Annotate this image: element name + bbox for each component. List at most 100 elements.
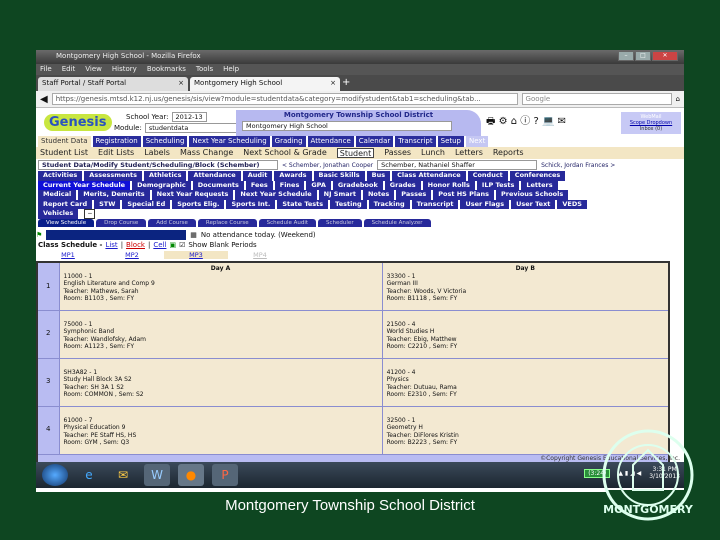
- tab-student-data[interactable]: Student Data: [38, 136, 91, 147]
- subnav-passes[interactable]: Passes: [384, 148, 411, 158]
- subnav-student[interactable]: Student: [336, 148, 375, 158]
- student-tab[interactable]: Transcript: [411, 199, 461, 209]
- tab-attendance[interactable]: Attendance: [307, 136, 354, 147]
- search-input[interactable]: Google: [521, 93, 672, 105]
- student-select[interactable]: Schember, Nathaniel Shaffer: [377, 160, 538, 170]
- browser-tab-staff-portal[interactable]: Staff Portal / Staff Portal ×: [38, 77, 188, 91]
- student-tab[interactable]: Awards: [274, 171, 314, 181]
- tab-next-year-scheduling[interactable]: Next Year Scheduling: [189, 136, 270, 147]
- subnav-letters[interactable]: Letters: [455, 148, 483, 158]
- student-tab[interactable]: Testing: [330, 199, 369, 209]
- tab-next[interactable]: Next: [466, 136, 489, 147]
- mp1-link[interactable]: MP1: [36, 251, 100, 259]
- word-icon[interactable]: W: [144, 464, 170, 486]
- student-tab[interactable]: Sports Int.: [226, 199, 278, 209]
- student-tab[interactable]: Basic Skills: [313, 171, 367, 181]
- student-tab[interactable]: NJ Smart: [318, 190, 363, 200]
- view-list-link[interactable]: List: [105, 241, 117, 249]
- student-tab[interactable]: GPA: [306, 180, 333, 190]
- action-tab[interactable]: Replace Course: [197, 219, 257, 227]
- student-tab[interactable]: Notes: [362, 190, 397, 200]
- student-tab[interactable]: Medical: [38, 190, 79, 200]
- mp4-link[interactable]: MP4: [228, 251, 292, 259]
- menu-help[interactable]: Help: [223, 65, 239, 74]
- collapse-button[interactable]: −: [84, 209, 96, 219]
- student-tab[interactable]: Next Year Schedule: [235, 190, 319, 200]
- close-button[interactable]: ✕: [652, 51, 678, 61]
- close-tab-icon[interactable]: ×: [330, 79, 336, 89]
- menu-tools[interactable]: Tools: [196, 65, 213, 74]
- mp3-link[interactable]: MP3: [164, 251, 228, 259]
- student-tab[interactable]: Grades: [384, 180, 423, 190]
- page-path-select[interactable]: Student Data/Modify Student/Scheduling/B…: [38, 160, 278, 170]
- student-tab[interactable]: Bus: [366, 171, 393, 181]
- tab-setup[interactable]: Setup: [437, 136, 464, 147]
- export-icon[interactable]: ▣: [169, 241, 176, 249]
- start-button[interactable]: [42, 464, 68, 486]
- ie-icon[interactable]: e: [76, 464, 102, 486]
- student-tab[interactable]: Honor Rolls: [422, 180, 477, 190]
- action-tab[interactable]: Scheduler: [318, 219, 362, 227]
- toolbar-icons[interactable]: 🖶 ⚙ ⌂ ⓘ ? 💻 ✉: [486, 112, 566, 131]
- subnav-next-school[interactable]: Next School & Grade: [243, 148, 326, 158]
- student-tab[interactable]: Report Card: [38, 199, 95, 209]
- tab-transcript[interactable]: Transcript: [395, 136, 436, 147]
- school-select[interactable]: Montgomery High School: [242, 121, 452, 131]
- student-tab[interactable]: Passes: [396, 190, 434, 200]
- subnav-reports[interactable]: Reports: [493, 148, 524, 158]
- tab-calendar[interactable]: Calendar: [355, 136, 394, 147]
- subnav-mass-change[interactable]: Mass Change: [180, 148, 233, 158]
- view-block-link[interactable]: Block: [126, 241, 145, 249]
- student-tab[interactable]: Tracking: [368, 199, 412, 209]
- student-tab[interactable]: Previous Schools: [495, 190, 571, 200]
- subnav-edit-lists[interactable]: Edit Lists: [98, 148, 134, 158]
- home-icon[interactable]: ⌂: [676, 95, 680, 103]
- new-tab-button[interactable]: +: [342, 77, 350, 91]
- action-tab[interactable]: Schedule Audit: [258, 219, 317, 227]
- student-tab[interactable]: Conferences: [509, 171, 568, 181]
- action-tab[interactable]: Schedule Analyzer: [363, 219, 431, 227]
- schedule-cell[interactable]: 61000 - 7 Physical Education 9 Teacher: PE…: [58, 405, 383, 455]
- student-tab[interactable]: Post HS Plans: [433, 190, 496, 200]
- menu-view[interactable]: View: [85, 65, 102, 74]
- flag-icon[interactable]: ⚑: [36, 231, 42, 239]
- student-tab[interactable]: Athletics: [144, 171, 189, 181]
- student-tab[interactable]: State Tests: [277, 199, 331, 209]
- schedule-cell[interactable]: Day A 11000 - 1 English Literature and Com…: [58, 261, 383, 311]
- student-tab[interactable]: Class Attendance: [392, 171, 468, 181]
- student-tab[interactable]: Merits, Demerits: [78, 190, 152, 200]
- schedule-cell[interactable]: 41200 - 4 Physics Teacher: Dutuau, Rama Roo…: [381, 357, 670, 407]
- student-tab[interactable]: VEDS: [557, 199, 589, 209]
- student-tab[interactable]: ILP Tests: [476, 180, 522, 190]
- menu-file[interactable]: File: [40, 65, 52, 74]
- browser-tab-mhs[interactable]: Montgomery High School ×: [190, 77, 340, 91]
- student-tab[interactable]: User Text: [511, 199, 558, 209]
- student-tab[interactable]: STW: [94, 199, 123, 209]
- menu-history[interactable]: History: [112, 65, 137, 74]
- tab-scheduling[interactable]: Scheduling: [142, 136, 188, 147]
- close-tab-icon[interactable]: ×: [178, 79, 184, 89]
- student-tab[interactable]: Next Year Requests: [151, 190, 236, 200]
- tab-registration[interactable]: Registration: [92, 136, 141, 147]
- show-blank-checkbox[interactable]: ☑: [179, 241, 185, 249]
- student-tab[interactable]: Demographic: [132, 180, 193, 190]
- schedule-cell[interactable]: SH3A82 - 1 Study Hall Block 3A S2 Teacher:…: [58, 357, 383, 407]
- student-tab[interactable]: Gradebook: [332, 180, 385, 190]
- student-tab[interactable]: Fines: [274, 180, 307, 190]
- maximize-button[interactable]: □: [635, 51, 651, 61]
- student-tab[interactable]: Conduct: [467, 171, 510, 181]
- student-tab[interactable]: Letters: [521, 180, 560, 190]
- student-tab[interactable]: Activities: [38, 171, 85, 181]
- student-tab[interactable]: Sports Elig.: [172, 199, 227, 209]
- subnav-labels[interactable]: Labels: [144, 148, 170, 158]
- subnav-lunch[interactable]: Lunch: [421, 148, 445, 158]
- outlook-icon[interactable]: ✉: [110, 464, 136, 486]
- next-student-link[interactable]: Schick, Jordan Frances >: [541, 162, 615, 169]
- student-tab[interactable]: Attendance: [188, 171, 243, 181]
- inbox-link[interactable]: Inbox (0): [621, 126, 681, 132]
- student-tab[interactable]: Documents: [192, 180, 246, 190]
- student-tab[interactable]: Vehicles: [38, 209, 81, 219]
- menu-bookmarks[interactable]: Bookmarks: [147, 65, 186, 74]
- mp2-link[interactable]: MP2: [100, 251, 164, 259]
- view-cell-link[interactable]: Cell: [153, 241, 166, 249]
